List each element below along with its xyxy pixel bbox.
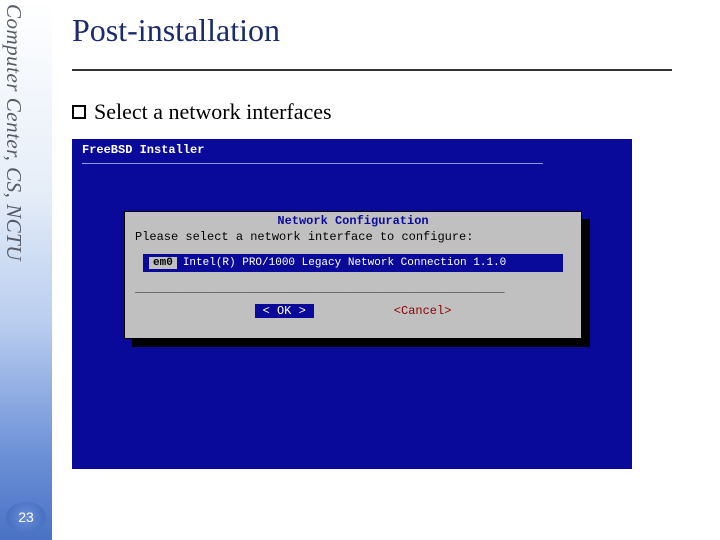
interface-name: em0: [149, 257, 177, 269]
dialog-prompt: Please select a network interface to con…: [135, 230, 571, 244]
installer-header: FreeBSD Installer: [82, 143, 204, 157]
sidebar: Computer Center, CS, NCTU: [0, 0, 52, 540]
interface-row[interactable]: em0 Intel(R) PRO/1000 Legacy Network Con…: [143, 254, 563, 272]
slide-content: Post-installation Select a network inter…: [72, 0, 710, 540]
bullet-row: Select a network interfaces: [72, 99, 710, 125]
network-config-dialog: Network Configuration Please select a ne…: [124, 211, 582, 339]
page-number: 23: [6, 502, 46, 532]
dialog-separator: ────────────────────────────────────────…: [135, 288, 571, 300]
ok-button[interactable]: < OK >: [255, 304, 314, 318]
cancel-button[interactable]: <Cancel>: [394, 304, 452, 318]
installer-screenshot: FreeBSD Installer ──────────────────────…: [72, 139, 632, 469]
dialog-buttons: < OK > <Cancel>: [125, 304, 581, 318]
installer-divider: ────────────────────────────────────────…: [82, 157, 622, 171]
title-rule: [72, 69, 672, 71]
interface-description: Intel(R) PRO/1000 Legacy Network Connect…: [183, 257, 506, 269]
dialog-title: Network Configuration: [125, 214, 581, 228]
sidebar-label: Computer Center, CS, NCTU: [1, 4, 26, 261]
slide-title: Post-installation: [72, 12, 710, 49]
bullet-text: Select a network interfaces: [94, 99, 332, 125]
bullet-icon: [72, 105, 86, 119]
